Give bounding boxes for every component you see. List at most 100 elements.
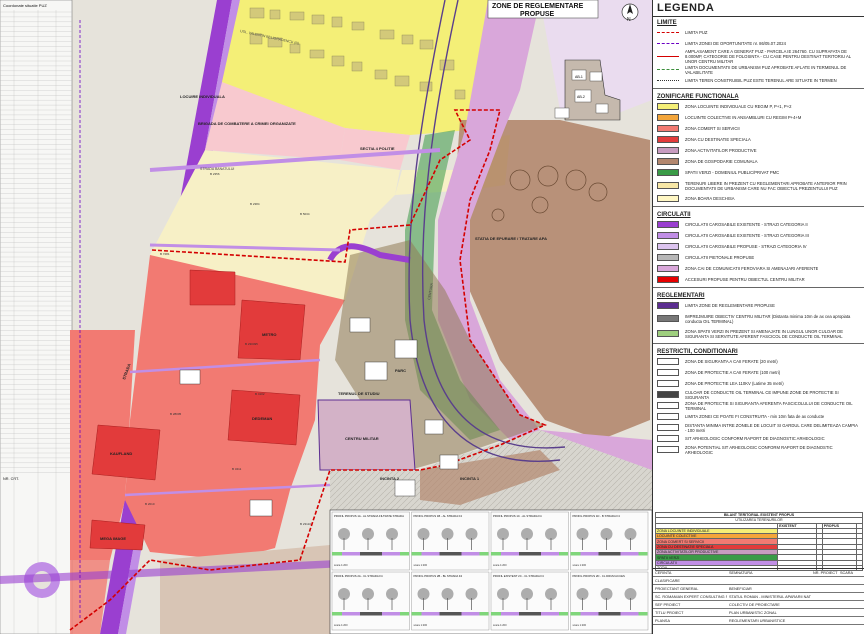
profile-band [519, 612, 541, 616]
legend-restriction-label: CULOAR DE CONDUCTE OIL TERMINAL CE IMPUN… [685, 389, 839, 400]
profile-band [461, 612, 480, 616]
profile-band [598, 612, 621, 616]
title-block-cartouche: CERINTA SEMNATURA NR. PROIECT SCARA CLASIFIC… [653, 568, 864, 634]
label-incinta-1: INCINTA 1 [460, 476, 480, 481]
legend-section-zoning: ZONIFICARE FUNCTIONALA [657, 94, 739, 100]
legend-zoning-swatch [657, 147, 679, 154]
cartouche-row: PLANSA REGLEMENTARI URBANISTICE [653, 617, 864, 625]
parcel-label: B 2384 [250, 202, 260, 206]
mega-building [89, 519, 146, 551]
profile-band [332, 552, 342, 556]
profile-band [342, 552, 360, 556]
cartouche-cell: TITLU PROIECT [655, 610, 684, 615]
profile-band [501, 612, 519, 616]
street-profile-frame [331, 571, 410, 631]
legend-restriction-item: SIT ARHEOLOGIC CONFORM RAPORT DE DIAGNOS… [653, 433, 864, 444]
street-profile-title: PROFIL PROPUS 1D - B STRADA F4 [573, 514, 621, 518]
legend-circulation-item: CIRCULATII PIETONALE PROPUSE [653, 252, 864, 263]
legend-zoning-swatch [657, 182, 679, 189]
legend-restriction-label: ZONA DE PROTECTIE SI SIGURANTA AFERENTA … [685, 400, 853, 411]
map-title-line-1: ZONE DE REGLEMENTARE [492, 3, 584, 10]
profile-band [580, 552, 599, 556]
label-brigade: BRIGADA DE COMBATERE A CRIMEI ORGANIZATE [198, 121, 296, 126]
cartouche-cell: SEF PROIECT [655, 602, 681, 607]
legend-circulation-swatch [657, 265, 679, 272]
profile-band [491, 552, 501, 556]
legend-circulation-swatch [657, 232, 679, 239]
legend-circulation-label: CIRCULATII CAROSABILE EXISTENTE - STRAZI… [685, 222, 808, 227]
street-profile-frame [411, 511, 490, 571]
profile-band [638, 612, 648, 616]
legend-section-restrictions: RESTRICTII, CONDITIONARI [657, 349, 738, 355]
parcel-label: B 2010 [145, 502, 155, 506]
legend-limit-label: LIMITA PUZ [685, 30, 708, 35]
legend-zoning-label: ZONA COMERT SI SERVICII [685, 126, 740, 131]
street-profile-title: PROFIL EXISTENT 2C - CL STRADA F4 [493, 574, 544, 578]
legend-restriction-item: ZONA DE PROTECTIE LEA 110KV (Latime 35 m… [653, 378, 864, 389]
profile-band [342, 612, 360, 616]
legend-limit-swatch [657, 56, 679, 57]
zoning-map[interactable]: Coordonate situatie PUZ NR. CRT. ZONE DE… [0, 0, 652, 634]
cartouche-cell: CERINTA [655, 570, 672, 575]
profile-band [382, 552, 400, 556]
profile-band [400, 552, 409, 556]
legend-limit-label: LIMITA ZONEI DE OPORTUNITATE nr. 86/05.0… [685, 41, 786, 46]
street-profile: PROFIL PROPUS 2A - CL STRADA F4 scara 1:2… [331, 571, 410, 631]
profile-band [570, 612, 581, 616]
map-title-line-2: PROPUSE [520, 11, 555, 18]
cartouche-cell: SEMNATURA [729, 570, 753, 575]
profile-band [411, 552, 422, 556]
street-profile-title: PROFIL PROPUS 2A - CL STRADA F4 [334, 574, 383, 578]
legend-restriction-label: ZONA DE SIGURANTA A CAII FERATE (20 metr… [685, 359, 778, 364]
street-profile: PROFIL PROPUS 1B - AL STRADA F4 scara 1:2… [411, 511, 490, 571]
legend-limit-swatch [657, 32, 679, 33]
profile-band [620, 612, 639, 616]
street-profile-frame [331, 511, 410, 571]
legend-zoning-list: ZONA LOCUINTE INDIVIDUALE CU REGIM P, P+… [653, 101, 864, 204]
profile-band [541, 612, 559, 616]
label-individual-housing: LOCUIRE INDIVIDUALA [180, 94, 225, 99]
legend-regulation-swatch [657, 315, 679, 322]
legend-limit-item: LIMITA DOCUMENTATII DE URBANISM PUZ APRO… [653, 64, 864, 75]
street-profile-scale: scara 1:200 [334, 563, 348, 567]
label-dedeman: DEDEMAN [252, 416, 272, 421]
legend-zoning-swatch [657, 125, 679, 132]
legend-circulation-label: CIRCULATII CAROSABILE PROPUSE - STRAZI C… [685, 244, 807, 249]
profile-band [598, 552, 621, 556]
street-profile: PROFIL PROPUS 2D - CL DRUM ACCES scara 1:… [570, 571, 649, 631]
legend-regulation-item: ZONA SPATII VERZI IN PREZENT SI AMENAJAT… [653, 326, 864, 341]
legend-restrictions-list: ZONA DE SIGURANTA A CAII FERATE (20 metr… [653, 356, 864, 455]
parcel-label: B 5034 [300, 212, 310, 216]
legend-title: LEGENDA [653, 0, 864, 17]
legend-circulation-item: CIRCULATII CAROSABILE PROPUSE - STRAZI C… [653, 241, 864, 252]
coordinate-table-title-2: NR. CRT. [3, 477, 19, 481]
cartouche-cell: REGLEMENTARI URBANISTICE [729, 618, 786, 623]
legend-restriction-swatch [657, 435, 679, 442]
legend-zoning-item: ZONA LOCUINTE INDIVIDUALE CU REGIM P, P+… [653, 101, 864, 112]
parcel-label: B 3411 [232, 467, 242, 471]
profile-band [638, 552, 648, 556]
legend-restriction-item: ZONA DE PROTECTIE A CAII FERATE (100 met… [653, 367, 864, 378]
legend-panel: LEGENDA LIMITE LIMITA PUZ LIMITA ZONEI DE… [652, 0, 864, 634]
street-profile-title: PROFIL PROPUS 1A - AL STRADA FILTRATE ST… [334, 514, 404, 518]
label-park: PARC [395, 368, 406, 373]
legend-circulation-swatch [657, 221, 679, 228]
cartouche-cell: PROIECTANT GENERAL [655, 586, 699, 591]
street-profile: PROFIL PROPUS 1D - B STRADA F4 scara 1:20… [570, 511, 649, 571]
label-kaufland: KAUFLAND [110, 451, 132, 456]
profile-band [491, 612, 501, 616]
legend-limit-label: AMPLASAMENT CARE A GENERAT PUZ - PARCELA… [685, 49, 851, 64]
street-profile-title: PROFIL PROPUS 2D - CL DRUM ACCES [573, 574, 625, 578]
street-profile-scale: scara 1:200 [493, 623, 507, 627]
profile-band [360, 552, 382, 556]
legend-restriction-label: DISTANTA MINIMA INTRE ZONELE DE LOCUIT S… [685, 422, 858, 433]
label-police: SECTIA 4 POLITIE [360, 146, 395, 151]
profile-band [421, 612, 440, 616]
profile-band [479, 552, 489, 556]
profile-band [580, 612, 599, 616]
inset-label-2: AB-2 [577, 95, 585, 99]
street-profile-scale: scara 1:200 [573, 623, 587, 627]
map-title-box: ZONE DE REGLEMENTARE PROPUSE [487, 0, 599, 19]
legend-limit-swatch [657, 69, 679, 70]
street-profile: PROFIL PROPUS 1A - AL STRADA FILTRATE ST… [331, 511, 410, 571]
